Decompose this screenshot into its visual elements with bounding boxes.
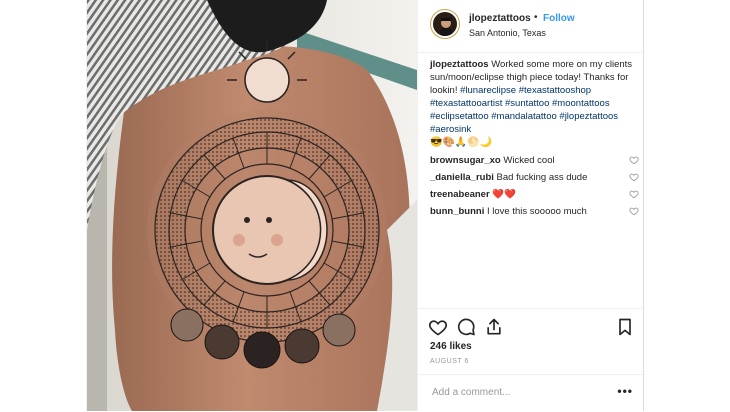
post-header: jlopeztattoos • Follow San Antonio, Texa… [418,0,645,53]
comment-heart-icon[interactable] [629,155,639,165]
action-bar [418,308,645,345]
comment: treenabeaner ❤️❤️ [430,188,639,201]
add-comment-input[interactable] [430,386,594,399]
share-icon[interactable] [484,317,504,337]
avatar[interactable] [430,9,460,39]
hashtag[interactable]: #aerosink [430,124,471,135]
post-location[interactable]: San Antonio, Texas [469,28,546,38]
comments-section: jlopeztattoos Worked some more on my cli… [430,58,639,218]
comment-heart-icon[interactable] [629,172,639,182]
hashtag[interactable]: #texastattooshop [519,85,591,96]
comment-username[interactable]: _daniella_rubi [430,172,494,183]
tattoo-photo-illustration [87,0,417,411]
hashtag[interactable]: #eclipsetattoo [430,111,489,122]
add-comment-bar: ••• [418,374,645,412]
bookmark-icon[interactable] [615,317,635,337]
like-heart-icon[interactable] [428,317,448,337]
caption-emojis: 😎🎨🙏🌕🌙 [430,137,493,148]
follow-button[interactable]: Follow [543,13,575,24]
hashtag[interactable]: #texastattooartist [430,98,502,109]
caption-username[interactable]: jlopeztattoos [430,59,489,70]
comment-text: Bad fucking ass dude [496,172,588,183]
hashtag[interactable]: #moontattoos [552,98,610,109]
more-options-button[interactable]: ••• [617,384,633,398]
comment-username[interactable]: brownsugar_xo [430,155,501,166]
post-sidebar: jlopeztattoos • Follow San Antonio, Texa… [417,0,645,411]
comment-text: Wicked cool [503,155,555,166]
instagram-post: jlopeztattoos • Follow San Antonio, Texa… [86,0,645,411]
comment-username[interactable]: bunn_bunni [430,206,484,217]
comment: _daniella_rubi Bad fucking ass dude [430,171,639,184]
hashtag[interactable]: #suntattoo [505,98,549,109]
comment: bunn_bunni I love this sooooo much [430,205,639,218]
hashtag[interactable]: #mandalatattoo [491,111,557,122]
comment-username[interactable]: treenabeaner [430,189,490,200]
post-username[interactable]: jlopeztattoos [469,13,531,24]
hashtag[interactable]: #lunareclipse [460,85,516,96]
post-photo[interactable] [87,0,417,411]
separator-dot: • [534,12,538,23]
hashtag[interactable]: #jlopeztattoos [559,111,618,122]
comment-text: ❤️❤️ [492,189,516,200]
comment-heart-icon[interactable] [629,189,639,199]
comment-bubble-icon[interactable] [456,317,476,337]
comment: brownsugar_xo Wicked cool [430,154,639,167]
comment-text: I love this sooooo much [487,206,587,217]
comment-heart-icon[interactable] [629,206,639,216]
likes-count[interactable]: 246 likes [430,341,472,352]
avatar-image [431,10,459,38]
post-caption: jlopeztattoos Worked some more on my cli… [430,58,635,149]
profile-photo-icon [440,18,452,36]
post-date[interactable]: AUGUST 6 [430,358,469,365]
